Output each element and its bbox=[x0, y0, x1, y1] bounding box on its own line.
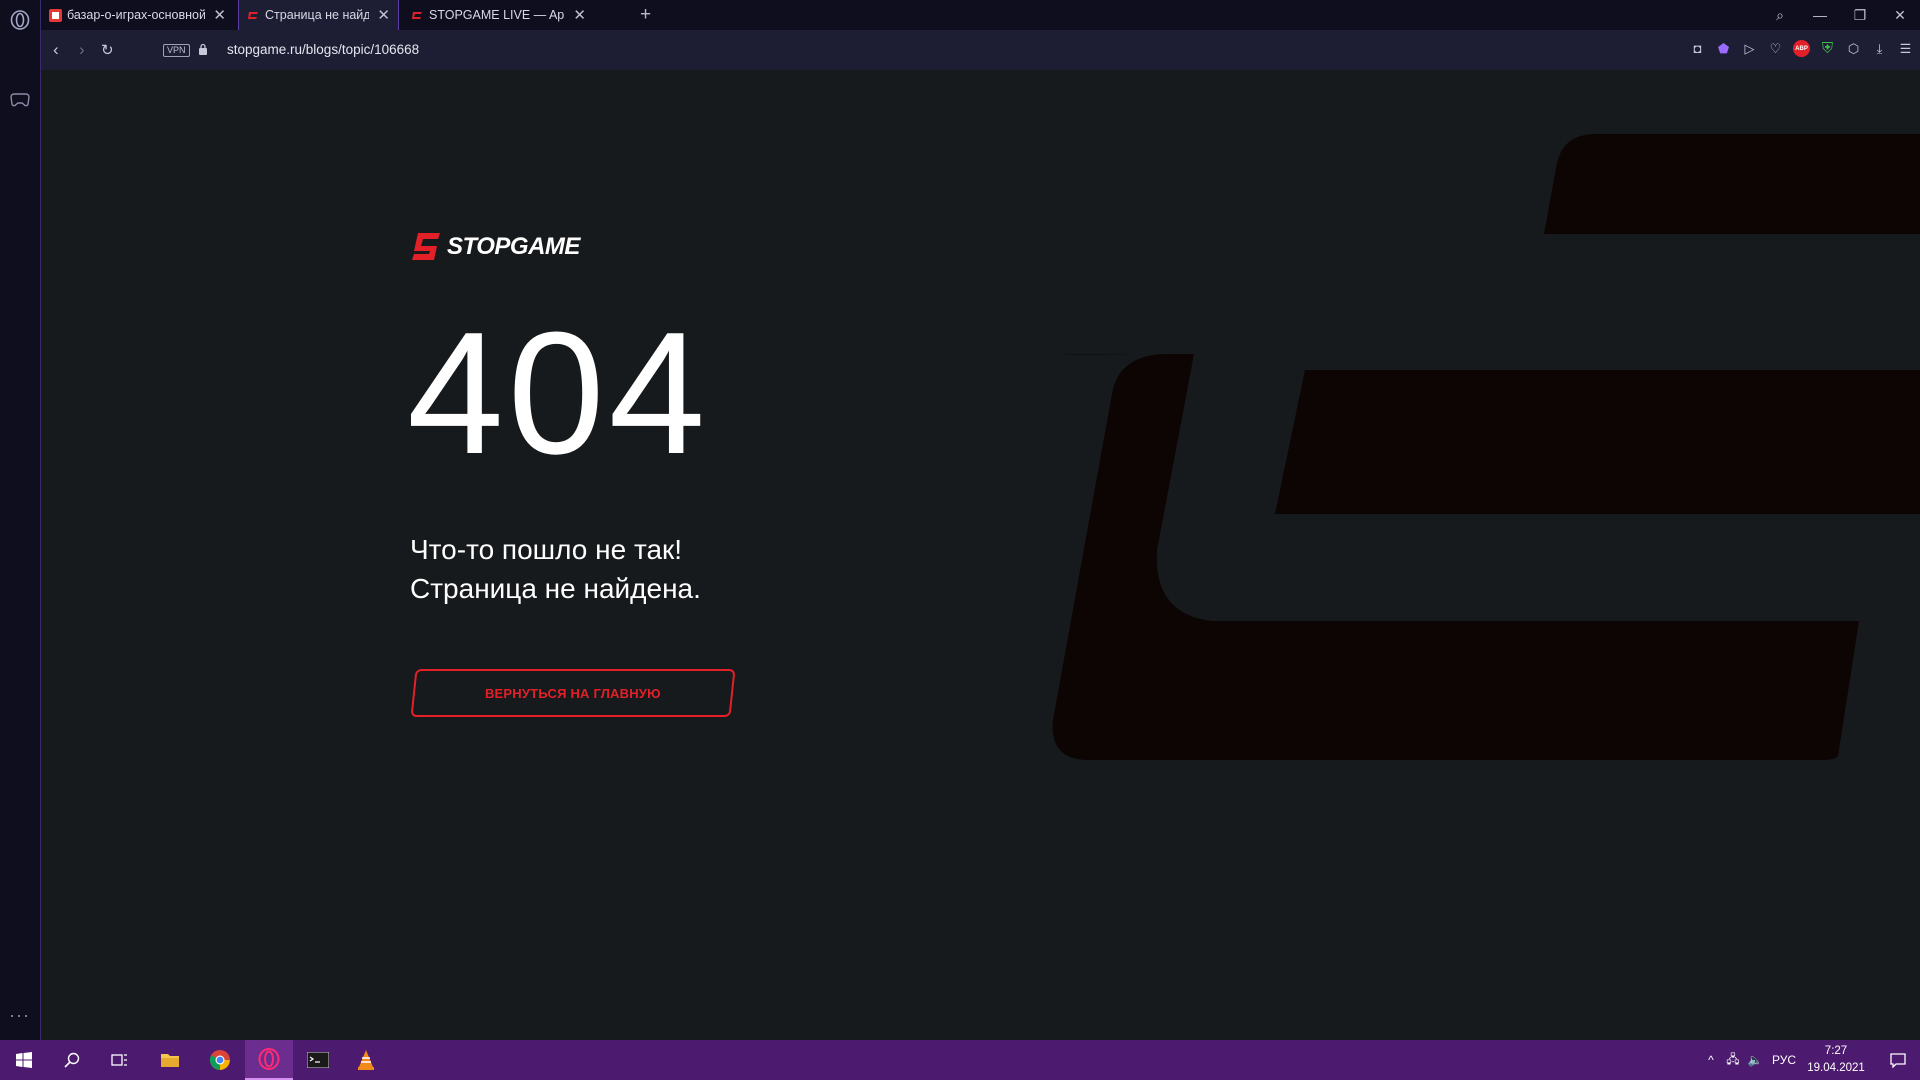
volume-icon[interactable]: 🔈 bbox=[1744, 1053, 1766, 1067]
language-indicator[interactable]: РУС bbox=[1772, 1053, 1796, 1067]
vpn-badge[interactable]: VPN bbox=[163, 44, 190, 57]
clock-time: 7:27 bbox=[1824, 1045, 1848, 1057]
file-explorer-icon[interactable] bbox=[146, 1040, 194, 1080]
opera-gx-icon[interactable] bbox=[245, 1040, 293, 1080]
opera-menu-icon[interactable] bbox=[10, 10, 30, 30]
url-field[interactable]: stopgame.ru/blogs/topic/106668 bbox=[227, 42, 419, 57]
browser-sidebar: ··· bbox=[0, 0, 41, 1040]
heart-icon[interactable]: ♡ bbox=[1767, 40, 1784, 57]
tab-not-found[interactable]: Страница не найдена. Ош ✕ bbox=[238, 0, 399, 30]
minimize-button[interactable]: — bbox=[1800, 7, 1840, 23]
page-content: STOPGAME 404 Что-то пошло не так! Страни… bbox=[41, 70, 1920, 1040]
close-icon[interactable]: ✕ bbox=[573, 6, 586, 24]
tab-title: STOPGAME LIVE — April 2( bbox=[429, 8, 565, 22]
tab-title: базар-о-играх-основной bbox=[67, 8, 206, 22]
windows-icon bbox=[16, 1052, 32, 1068]
new-tab-button[interactable]: + bbox=[640, 4, 651, 26]
tab-stopgame-live[interactable]: STOPGAME LIVE — April 2( ✕ bbox=[403, 0, 594, 30]
stopgame-favicon-icon bbox=[412, 11, 422, 19]
close-window-button[interactable]: ✕ bbox=[1880, 7, 1920, 24]
search-tabs-icon[interactable]: ⌕ bbox=[1760, 7, 1800, 24]
extensions-toolbar: ◘ ⬟ ▷ ♡ ABP ⛨ ⬡ ⤓ ☰ bbox=[1689, 40, 1914, 57]
forward-button[interactable]: › bbox=[79, 40, 85, 60]
clock-date: 19.04.2021 bbox=[1807, 1062, 1865, 1074]
clock[interactable]: 7:27 19.04.2021 bbox=[1806, 1043, 1866, 1077]
error-message: Что-то пошло не так! Страница не найдена… bbox=[410, 530, 701, 608]
error-message-line1: Что-то пошло не так! bbox=[410, 534, 683, 565]
vlc-icon[interactable] bbox=[342, 1040, 390, 1080]
system-tray: ^ 🖧 🔈 РУС 7:27 19.04.2021 bbox=[1700, 1040, 1920, 1080]
snapshot-icon[interactable]: ◘ bbox=[1689, 40, 1706, 57]
restore-button[interactable]: ❐ bbox=[1840, 7, 1880, 24]
task-view-icon[interactable] bbox=[96, 1040, 144, 1080]
tab-bazar[interactable]: базар-о-играх-основной ✕ bbox=[41, 0, 234, 30]
download-icon[interactable]: ⤓ bbox=[1871, 40, 1888, 57]
wallet-shield-icon[interactable]: ⬟ bbox=[1715, 40, 1732, 57]
back-to-home-button[interactable]: ВЕРНУТЬСЯ НА ГЛАВНУЮ bbox=[410, 669, 736, 717]
background-logo-shape bbox=[1052, 134, 1920, 760]
chevron-up-icon[interactable]: ^ bbox=[1700, 1053, 1722, 1067]
lock-icon[interactable] bbox=[198, 43, 208, 56]
gx-corner-icon[interactable] bbox=[10, 92, 30, 108]
close-icon[interactable]: ✕ bbox=[213, 6, 226, 24]
error-code: 404 bbox=[407, 295, 710, 490]
window-controls: ⌕ — ❐ ✕ bbox=[1760, 0, 1920, 30]
shield-icon[interactable]: ⛨ bbox=[1819, 40, 1836, 57]
address-bar: ‹ › ↻ VPN stopgame.ru/blogs/topic/106668… bbox=[41, 30, 1920, 70]
tab-title: Страница не найдена. Ош bbox=[265, 8, 370, 22]
taskbar: ^ 🖧 🔈 РУС 7:27 19.04.2021 bbox=[0, 1040, 1920, 1080]
back-to-home-label: ВЕРНУТЬСЯ НА ГЛАВНУЮ bbox=[485, 685, 661, 701]
stopgame-logo-icon bbox=[412, 233, 440, 260]
notification-center-icon[interactable] bbox=[1876, 1040, 1920, 1080]
stopgame-logo[interactable]: STOPGAME bbox=[410, 230, 580, 263]
back-button[interactable]: ‹ bbox=[53, 40, 59, 60]
adblock-icon[interactable]: ABP bbox=[1793, 40, 1810, 57]
logo-text: STOPGAME bbox=[447, 232, 580, 260]
send-icon[interactable]: ▷ bbox=[1741, 40, 1758, 57]
sidebar-more-icon[interactable]: ··· bbox=[9, 1006, 30, 1024]
network-icon[interactable]: 🖧 bbox=[1722, 1050, 1744, 1071]
reload-button[interactable]: ↻ bbox=[101, 41, 114, 59]
terminal-icon[interactable] bbox=[294, 1040, 342, 1080]
tab-favicon-icon bbox=[49, 8, 62, 22]
chrome-icon[interactable] bbox=[196, 1040, 244, 1080]
box-icon[interactable]: ⬡ bbox=[1845, 40, 1862, 57]
error-message-line2: Страница не найдена. bbox=[410, 573, 701, 604]
close-icon[interactable]: ✕ bbox=[377, 6, 390, 24]
tab-bar: базар-о-играх-основной ✕ Страница не най… bbox=[41, 0, 1920, 30]
start-button[interactable] bbox=[0, 1040, 48, 1080]
stopgame-favicon-icon bbox=[248, 11, 258, 19]
easy-setup-icon[interactable]: ☰ bbox=[1897, 40, 1914, 57]
search-icon[interactable] bbox=[48, 1040, 96, 1080]
